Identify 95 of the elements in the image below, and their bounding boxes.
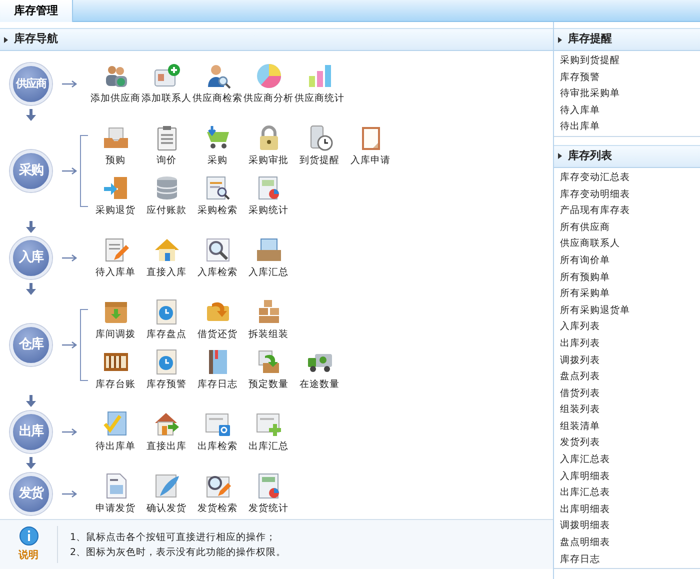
nav-item-button[interactable]: 询价 [141,124,192,168]
tab[interactable]: 库存管理 [0,0,73,22]
panel-link[interactable]: 出库明细表 [554,502,700,518]
panel-link[interactable]: 所有采购退货单 [554,302,700,320]
nav-item-button[interactable]: 采购退货 [90,174,141,218]
nav-item-button[interactable]: 采购检索 [192,174,243,218]
panel-link[interactable]: 所有预购单 [554,270,700,286]
nav-item-button[interactable]: 出库汇总 [243,410,294,454]
check-document-icon [102,410,130,438]
panel-link[interactable]: 库存日志 [554,552,700,568]
nav-item-button[interactable]: 添加供应商 [90,62,141,106]
nav-item-button[interactable]: 应付账款 [141,174,192,218]
nav-item-button[interactable]: 添加联系人 [141,62,192,106]
right-arrow-icon [62,341,78,349]
nav-item-button[interactable]: 供应商分析 [243,62,294,106]
note-text: 2、图标为灰色时，表示没有此功能的操作权限。 [70,546,286,560]
panel-link[interactable]: 库存变动汇总表 [554,170,700,187]
right-arrow-icon [62,254,78,262]
panel-link[interactable]: 盘点列表 [554,369,700,386]
panel-link[interactable]: 入库列表 [554,319,700,336]
down-arrow-icon [26,457,36,469]
nav-item-button[interactable]: 确认发货 [141,472,192,516]
nav-item-button[interactable]: 采购 [192,124,243,168]
nav-item-button[interactable]: 直接入库 [141,236,192,280]
nav-item-button[interactable]: 入库检索 [192,236,243,280]
triangle-icon [4,36,8,42]
right-arrow-icon [62,80,78,88]
nav-item-button[interactable]: 库存盘点 [141,298,192,342]
nav-item-button[interactable]: 采购统计 [243,174,294,218]
nav-item-button[interactable]: 入库汇总 [243,236,294,280]
section-title: 库存导航 [14,31,58,48]
nav-item-button[interactable]: 采购审批 [243,124,294,168]
nav-item-button[interactable]: 库存台账 [90,348,141,392]
panel-link[interactable]: 待审批采购单 [554,86,700,103]
nav-item-button[interactable]: 供应商统计 [294,62,345,106]
down-arrow-icon [26,283,36,295]
note-text: 1、鼠标点击各个按钮可直接进行相应的操作； [70,530,278,544]
panel-link[interactable]: 待入库单 [554,102,700,120]
nav-item-button[interactable]: 预购 [90,124,141,168]
down-arrow-icon [26,395,36,407]
window-box-icon [254,236,282,264]
panel-link[interactable]: 盘点明细表 [554,535,700,552]
panel-link[interactable]: 待出库单 [554,119,700,136]
down-arrow-icon [26,221,36,233]
right-arrow-icon [62,428,78,436]
right-arrow-icon [62,167,78,175]
panel-link[interactable]: 借货列表 [554,386,700,402]
nav-item-button[interactable]: 待入库单 [90,236,141,280]
panel-link[interactable]: 入库明细表 [554,468,700,486]
nav-item-button[interactable]: 供应商检索 [192,62,243,106]
nav-item-button[interactable]: 发货统计 [243,472,294,516]
panel-title: 库存列表 [568,148,612,164]
panel-link[interactable]: 组装清单 [554,418,700,436]
nav-item-button[interactable]: 库间调拨 [90,298,141,342]
note-label: 说明 [18,548,38,563]
panel-link[interactable]: 库存变动明细表 [554,186,700,204]
nav-item-button[interactable]: 申请发货 [90,472,141,516]
panel-link[interactable]: 产品现有库存表 [554,203,700,220]
panel-link[interactable]: 入库汇总表 [554,452,700,469]
magnifier-icon [204,236,232,264]
panel-link[interactable]: 出库汇总表 [554,485,700,502]
bracket-line [80,135,88,207]
panel-link[interactable]: 供应商联系人 [554,236,700,253]
nav-item-button[interactable]: 在途数量 [294,348,345,392]
nav-item-button[interactable]: 入库申请 [345,124,396,168]
panel-link[interactable]: 所有询价单 [554,252,700,270]
right-arrow-icon [62,490,78,498]
panel-link[interactable]: 所有供应商 [554,220,700,236]
document-search-icon [204,174,232,202]
panel-link[interactable]: 调拨列表 [554,352,700,370]
triangle-icon [558,36,562,42]
nav-item-button[interactable]: 直接出库 [141,410,192,454]
down-arrow-icon [26,109,36,121]
panel-link[interactable]: 所有采购单 [554,286,700,303]
bracket-line [80,309,88,381]
nav-item-button[interactable]: 借货还货 [192,298,243,342]
panel-link[interactable]: 调拨明细表 [554,518,700,536]
nav-item-button[interactable]: 拆装组装 [243,298,294,342]
nav-item-button[interactable]: 库存预警 [141,348,192,392]
panel-link[interactable]: 发货列表 [554,435,700,452]
nav-item-button[interactable]: 发货检索 [192,472,243,516]
panel-link[interactable]: 组装列表 [554,402,700,419]
nav-item-button[interactable]: 库存日志 [192,348,243,392]
triangle-icon [558,153,562,160]
nav-item-button[interactable]: 出库检索 [192,410,243,454]
panel-link[interactable]: 出库列表 [554,336,700,352]
nav-item-button[interactable]: 到货提醒 [294,124,345,168]
panel-title: 库存提醒 [568,31,612,48]
nav-item-button[interactable]: 预定数量 [243,348,294,392]
info-icon [18,526,38,546]
nav-item-button[interactable]: 待出库单 [90,410,141,454]
panel-link[interactable]: 库存预警 [554,70,700,86]
pie-chart-icon [254,62,282,90]
panel-link[interactable]: 采购到货提醒 [554,53,700,70]
feather-icon [152,472,180,500]
